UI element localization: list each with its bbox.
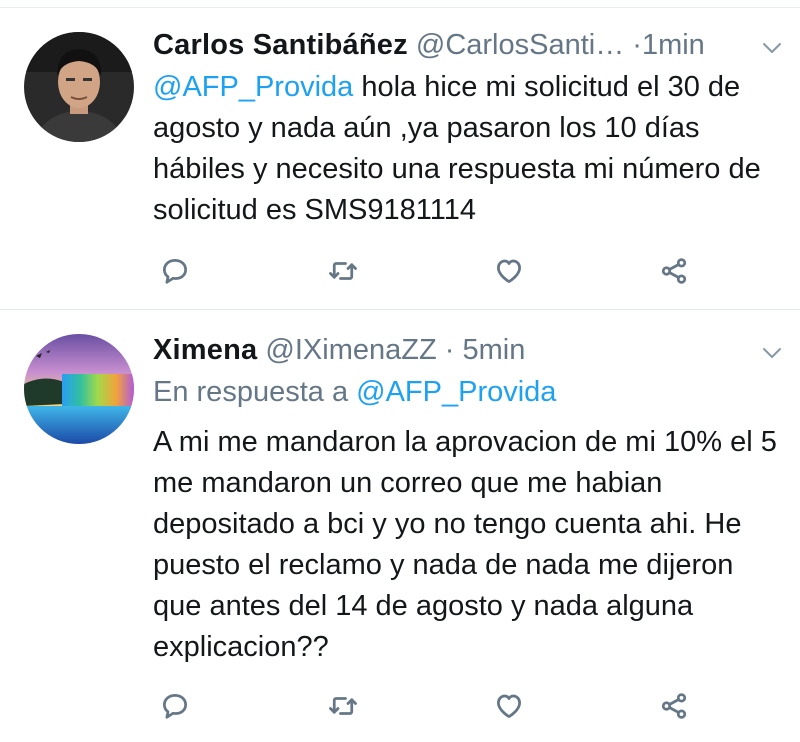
mention-link[interactable]: @AFP_Provida (153, 71, 353, 103)
display-name[interactable]: Carlos Santibáñez (153, 29, 408, 61)
reply-context: En respuesta a @AFP_Provida (153, 375, 556, 409)
timeline: Carlos Santibáñez @CarlosSanti… ·1min @A… (0, 0, 800, 742)
retweet-icon (329, 262, 357, 280)
like-button[interactable] (491, 688, 527, 724)
like-button[interactable] (491, 253, 527, 289)
chevron-down-icon[interactable] (760, 36, 784, 60)
tweet[interactable]: Carlos Santibáñez @CarlosSanti… ·1min @A… (0, 8, 800, 310)
like-icon (497, 259, 521, 283)
share-icon (661, 258, 687, 284)
action-bar (0, 688, 800, 728)
share-button[interactable] (656, 688, 692, 724)
tweet-header: Ximena @IXimenaZZ · 5min (153, 333, 750, 367)
avatar[interactable] (24, 32, 134, 142)
top-divider (0, 0, 800, 8)
mention-link[interactable]: @AFP_Provida (356, 376, 556, 408)
separator-dot: · (632, 29, 642, 61)
action-bar (0, 253, 800, 293)
reply-icon (163, 259, 187, 284)
retweet-button[interactable] (325, 253, 361, 289)
profile-photo-icon (24, 32, 134, 142)
retweet-button[interactable] (325, 688, 361, 724)
user-handle[interactable]: @IXimenaZZ (265, 334, 436, 366)
share-button[interactable] (656, 253, 692, 289)
separator-dot: · (444, 334, 455, 366)
waterfall-landscape-photo-icon (24, 334, 134, 444)
chevron-down-icon[interactable] (760, 341, 784, 365)
tweet-header: Carlos Santibáñez @CarlosSanti… ·1min (153, 28, 750, 62)
timestamp[interactable]: 5min (462, 334, 525, 366)
reply-button[interactable] (157, 253, 193, 289)
reply-prefix: En respuesta a (153, 376, 357, 408)
reply-icon (163, 694, 187, 719)
retweet-icon (329, 697, 357, 715)
timestamp[interactable]: 1min (642, 29, 705, 61)
avatar[interactable] (24, 334, 134, 444)
tweet-text: A mi me mandaron la aprovacion de mi 10%… (153, 426, 777, 663)
share-icon (661, 693, 687, 719)
display-name[interactable]: Ximena (153, 334, 257, 366)
reply-button[interactable] (157, 688, 193, 724)
tweet-text: @AFP_Provida hola hice mi solicitud el 3… (153, 67, 782, 231)
user-handle[interactable]: @CarlosSanti… (416, 29, 624, 61)
tweet[interactable]: Ximena @IXimenaZZ · 5min En respuesta a … (0, 311, 800, 742)
like-icon (497, 694, 521, 718)
